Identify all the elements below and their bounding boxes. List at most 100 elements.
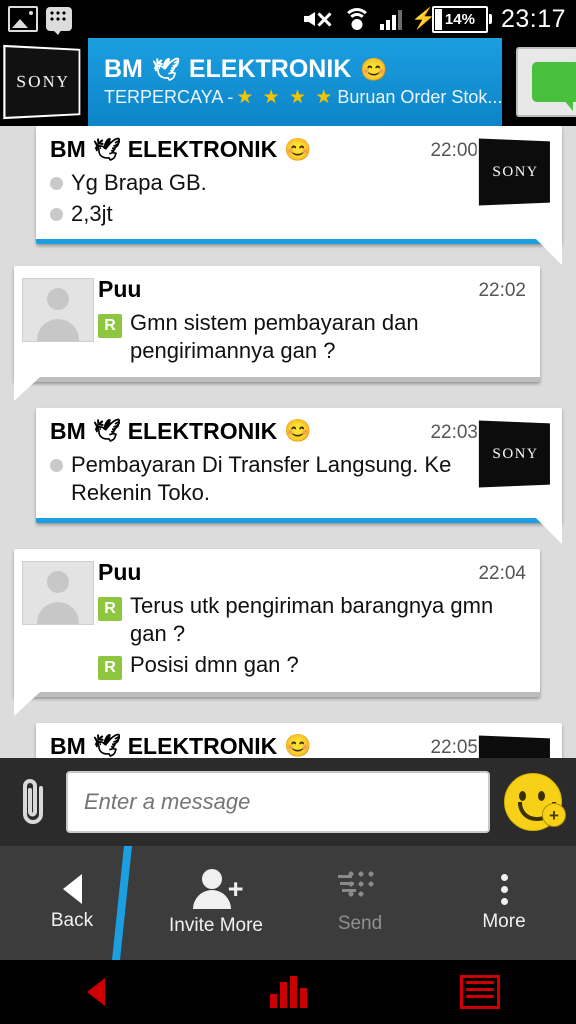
- message-line: 2,3jt: [50, 200, 478, 228]
- avatar[interactable]: SONY: [476, 418, 552, 490]
- attach-button[interactable]: [0, 774, 66, 830]
- message-text: Gmn sistem pembayaran dan pengirimannya …: [130, 310, 419, 364]
- nav-back-button[interactable]: [0, 978, 192, 1006]
- header-status-prefix: TERPERCAYA -: [104, 87, 234, 107]
- message-sender: BM 🕊 ELEKTRONIK 😊: [50, 733, 312, 758]
- overflow-dots-icon: [500, 873, 508, 905]
- add-person-icon: +: [193, 869, 243, 909]
- status-bar-left: [0, 6, 72, 35]
- battery-percent: 14%: [444, 10, 475, 28]
- chat-message-list[interactable]: BM 🕊 ELEKTRONIK 😊 22:00 Yg Brapa GB. 2,3…: [0, 126, 576, 758]
- bbm-icon: [46, 7, 72, 35]
- avatar[interactable]: SONY: [476, 136, 552, 208]
- message-line: R Terus utk pengiriman barangnya gmn gan…: [98, 592, 526, 647]
- message-text: Posisi dmn gan ?: [130, 651, 299, 677]
- bullet-dot-icon: [50, 458, 63, 472]
- plus-badge-icon: +: [542, 803, 566, 827]
- header-name-text: BM: [104, 55, 143, 83]
- nav-home-icon: [269, 976, 307, 1008]
- action-bar: Back + Invite More Send More: [0, 846, 576, 960]
- retract-badge-icon: R: [98, 655, 122, 680]
- sender-name-suffix: ELEKTRONIK: [127, 136, 278, 162]
- sender-name-suffix: ELEKTRONIK: [127, 732, 278, 758]
- wifi-icon: [342, 8, 371, 30]
- action-send-label: Send: [337, 913, 383, 934]
- header-contact-name: BM 🕊 ELEKTRONIK 😊: [104, 55, 502, 84]
- sender-name: BM: [50, 136, 86, 162]
- bbm-send-icon: [338, 871, 382, 907]
- chat-bubble-icon: [532, 62, 576, 111]
- message-sender: BM 🕊 ELEKTRONIK 😊: [50, 418, 312, 445]
- message-time: 22:05: [430, 736, 478, 758]
- header-contact-info[interactable]: BM 🕊 ELEKTRONIK 😊 TERPERCAYA - ★ ★ ★ ★ B…: [88, 38, 503, 126]
- sender-name: Puu: [98, 559, 142, 586]
- sender-name: BM: [50, 417, 86, 444]
- message-line: Pembayaran Di Transfer Langsung. Ke Reke…: [50, 451, 478, 506]
- message-time: 22:04: [478, 563, 526, 585]
- retract-badge-icon: R: [98, 597, 122, 622]
- message-row: Puu 22:04 R Terus utk pengiriman barangn…: [0, 549, 576, 717]
- smiley-icon: 😊: [284, 418, 312, 444]
- message-line: Yg Brapa GB.: [50, 169, 478, 197]
- header-status-text: TERPERCAYA - ★ ★ ★ ★ Buruan Order Stok..…: [104, 86, 502, 109]
- mute-icon: [303, 7, 334, 31]
- action-invite-label: Invite More: [169, 915, 263, 936]
- header-avatar[interactable]: SONY: [0, 38, 88, 126]
- message-time: 22:03: [430, 421, 478, 443]
- message-sender: Puu: [98, 559, 141, 586]
- sender-name: BM: [50, 732, 86, 758]
- status-bar: 14% 23:17: [0, 0, 576, 38]
- emoji-button[interactable]: +: [490, 773, 576, 831]
- nav-back-icon: [87, 978, 105, 1006]
- status-clock: 23:17: [500, 4, 566, 33]
- message-text: Yg Brapa GB.: [71, 170, 207, 195]
- signal-icon: [379, 8, 402, 30]
- header-chat-button[interactable]: [516, 47, 576, 117]
- message-text: 2,3jt: [71, 200, 113, 226]
- message-time: 22:00: [430, 140, 478, 161]
- message-input[interactable]: [82, 788, 474, 816]
- nav-recents-button[interactable]: [384, 975, 576, 1009]
- dove-icon: 🕊: [92, 418, 121, 444]
- battery-indicator: 14%: [431, 5, 492, 33]
- avatar[interactable]: [22, 561, 94, 626]
- action-more[interactable]: More: [432, 873, 576, 933]
- action-back-label: Back: [50, 910, 94, 931]
- message-sender: BM 🕊 ELEKTRONIK 😊: [50, 136, 312, 163]
- message-line: R Posisi dmn gan ?: [98, 651, 526, 680]
- header-avatar-label: SONY: [16, 71, 70, 92]
- message-text: Pembayaran Di Transfer Langsung. Ke Reke…: [71, 451, 452, 505]
- nav-home-button[interactable]: [192, 976, 384, 1008]
- header-status-suffix: Buruan Order Stok...: [337, 87, 503, 107]
- message-input-wrapper[interactable]: [66, 771, 490, 833]
- sender-name-suffix: ELEKTRONIK: [127, 417, 278, 444]
- message-row: BM 🕊 ELEKTRONIK 😊 22:00 Yg Brapa GB. 2,3…: [0, 126, 576, 266]
- nav-recents-icon: [460, 975, 500, 1009]
- sender-name: Puu: [98, 276, 142, 303]
- action-send[interactable]: Send: [288, 871, 432, 935]
- chevron-left-icon: [62, 874, 82, 904]
- dove-icon: 🕊: [151, 56, 180, 82]
- message-text: Terus utk pengiriman barangnya gmn gan ?: [130, 593, 494, 647]
- action-invite-more[interactable]: + Invite More: [144, 869, 288, 937]
- dove-icon: 🕊: [92, 136, 121, 162]
- action-more-label: More: [482, 910, 526, 932]
- message-row: BM 🕊 ELEKTRONIK 😊 22:03 Pembayaran Di Tr…: [0, 407, 576, 545]
- bullet-dot-icon: [50, 207, 63, 221]
- avatar[interactable]: [22, 278, 94, 343]
- smiley-icon: 😊: [360, 56, 388, 82]
- message-sender: Puu: [98, 276, 141, 303]
- avatar[interactable]: SONY: [476, 733, 552, 758]
- avatar-label: SONY: [492, 163, 539, 180]
- retract-badge-icon: R: [98, 314, 122, 339]
- message-line: R Gmn sistem pembayaran dan pengirimanny…: [98, 309, 526, 364]
- avatar-label: SONY: [492, 445, 539, 462]
- status-bar-right: 14% 23:17: [303, 4, 576, 34]
- header-name-suffix: ELEKTRONIK: [188, 55, 352, 83]
- paperclip-icon: [23, 779, 43, 824]
- bullet-dot-icon: [50, 177, 63, 190]
- message-time: 22:02: [478, 280, 526, 302]
- rating-stars: ★ ★ ★ ★: [236, 87, 335, 108]
- system-nav-bar: [0, 960, 576, 1024]
- dove-icon: 🕊: [92, 733, 121, 758]
